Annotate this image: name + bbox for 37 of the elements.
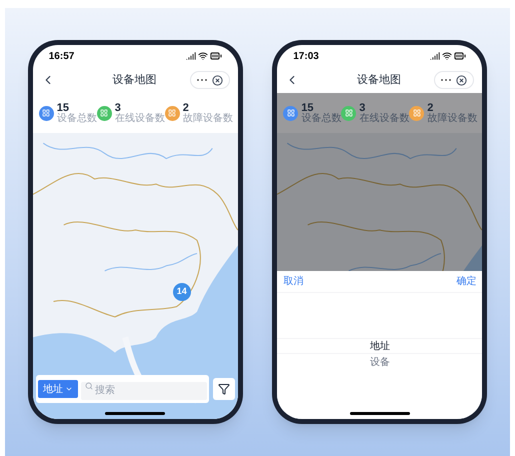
filter-button[interactable]	[212, 378, 235, 400]
stat-value: 15	[301, 102, 314, 114]
stat-value: 2	[182, 102, 189, 114]
signal-icon	[186, 51, 196, 61]
wifi-icon	[198, 51, 208, 61]
battery-icon	[210, 50, 222, 62]
status-time: 17:03	[293, 50, 319, 64]
picker-option[interactable]: 地址	[277, 338, 482, 354]
close-icon	[456, 74, 468, 86]
picker-option[interactable]: 设备	[277, 354, 482, 370]
stat-value: 15	[56, 102, 69, 114]
nav-title: 设备地图	[356, 72, 401, 88]
stat-label: 设备总数	[301, 114, 342, 124]
capsule-menu[interactable]	[190, 71, 230, 89]
stat-label: 设备总数	[56, 114, 97, 124]
stat-label: 故障设备数	[182, 114, 233, 124]
chevron-down-icon	[64, 385, 73, 393]
close-icon	[212, 74, 223, 86]
filter-icon	[218, 383, 230, 395]
home-indicator	[350, 412, 410, 415]
capsule-menu[interactable]	[434, 71, 474, 89]
stat-label: 故障设备数	[427, 114, 478, 124]
stat-value: 2	[427, 102, 434, 114]
battery-icon	[454, 50, 466, 62]
stat-label: 在线设备数	[114, 114, 165, 124]
wifi-icon	[442, 51, 452, 61]
cancel-button[interactable]: 取消	[283, 274, 304, 289]
status-time: 16:57	[48, 50, 74, 64]
nav-title: 设备地图	[111, 72, 156, 88]
stat-value: 3	[359, 102, 366, 114]
stat-label: 在线设备数	[359, 114, 410, 124]
search-field[interactable]: 搜索	[80, 382, 207, 400]
signal-icon	[430, 51, 440, 61]
type-dropdown[interactable]: 地址	[38, 380, 78, 398]
home-indicator	[105, 412, 166, 415]
confirm-button[interactable]: 确定	[456, 274, 476, 289]
stat-value: 3	[114, 102, 121, 114]
